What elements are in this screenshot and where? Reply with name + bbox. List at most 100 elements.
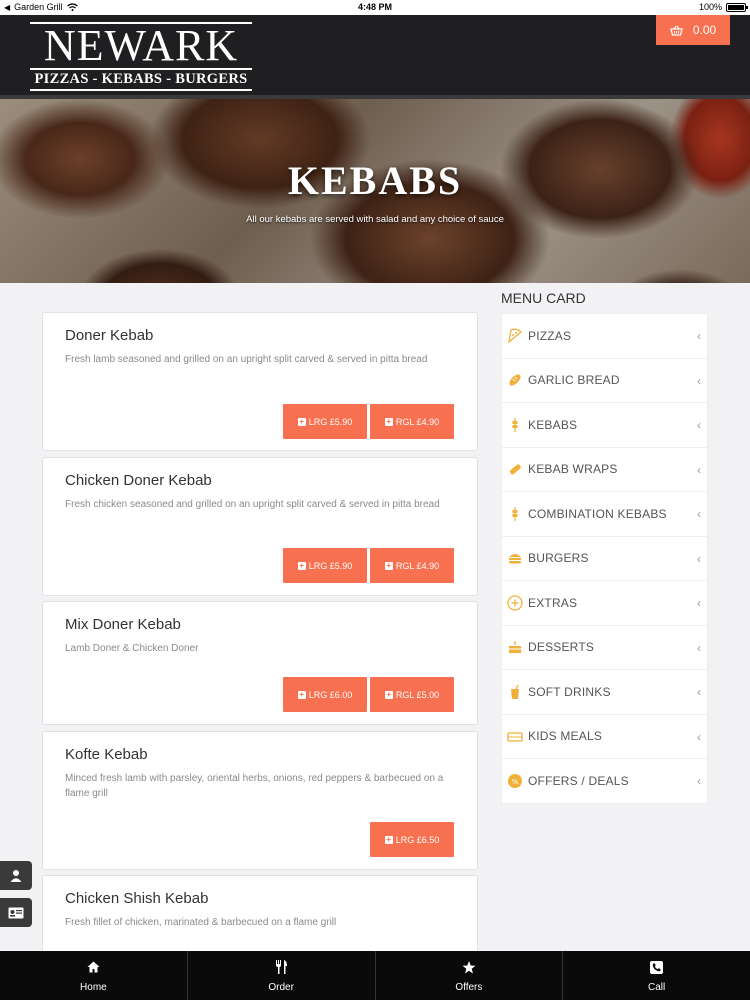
- bread-icon: [506, 371, 524, 389]
- plus-circle-icon: [506, 594, 524, 612]
- chevron-left-icon: ‹: [697, 596, 701, 610]
- add-regular-button[interactable]: + RGL £4.90: [370, 404, 454, 439]
- nav-tab-label: Offers: [455, 982, 483, 993]
- add-large-button[interactable]: + LRG £6.00: [283, 677, 367, 712]
- chevron-left-icon: ‹: [697, 551, 701, 566]
- drink-icon: [506, 683, 524, 701]
- item-price-buttons: + LRG £6.00 + RGL £5.00: [283, 677, 454, 712]
- battery-icon: [726, 2, 748, 12]
- category-banner: KEBABS All our kebabs are served with sa…: [0, 99, 750, 283]
- status-right: 100%: [698, 2, 748, 12]
- phone-icon: [650, 958, 664, 976]
- id-card-icon: [8, 907, 24, 918]
- add-regular-button[interactable]: + RGL £5.00: [370, 677, 454, 712]
- user-icon: [10, 870, 22, 882]
- kids-meal-icon: [506, 727, 524, 745]
- burger-icon: [506, 549, 524, 567]
- menu-category-kids-meals[interactable]: KIDS MEALS ‹: [502, 715, 709, 759]
- add-large-button[interactable]: + LRG £5.90: [283, 548, 367, 583]
- menu-item-card: Chicken Doner Kebab Fresh chicken season…: [42, 457, 478, 596]
- menu-category-label: KEBAB WRAPS: [528, 462, 618, 477]
- svg-text:%: %: [512, 778, 519, 786]
- offer-badge-icon: %: [506, 772, 524, 790]
- price-label: LRG £5.90: [308, 560, 353, 571]
- menu-card-title: MENU CARD: [501, 290, 586, 306]
- nav-tab-home[interactable]: Home: [0, 951, 188, 1000]
- menu-category-offers-deals[interactable]: % OFFERS / DEALS ‹: [502, 759, 709, 804]
- menu-category-label: KEBABS: [528, 417, 578, 432]
- price-label: LRG £6.50: [395, 834, 440, 845]
- chevron-left-icon: ‹: [697, 729, 701, 744]
- menu-category-burgers[interactable]: BURGERS ‹: [502, 537, 709, 581]
- nav-tab-label: Call: [648, 982, 666, 993]
- item-price-buttons: + LRG £6.50: [370, 822, 454, 857]
- item-name: Chicken Doner Kebab: [65, 472, 212, 489]
- menu-category-kebab-wraps[interactable]: KEBAB WRAPS ‹: [502, 448, 709, 492]
- plus-icon: +: [297, 416, 306, 426]
- chevron-left-icon: ‹: [697, 329, 701, 343]
- item-name: Kofte Kebab: [65, 746, 148, 763]
- item-name: Mix Doner Kebab: [65, 616, 181, 633]
- logo-line-bottom: [30, 89, 252, 91]
- menu-category-desserts[interactable]: DESSERTS ‹: [502, 626, 709, 670]
- plus-icon: +: [384, 560, 393, 570]
- nav-tab-offers[interactable]: Offers: [376, 951, 564, 1000]
- menu-category-garlic-bread[interactable]: GARLIC BREAD ‹: [502, 359, 709, 403]
- cart-button[interactable]: 0.00: [656, 15, 730, 45]
- menu-category-label: KIDS MEALS: [528, 729, 603, 744]
- item-description: Fresh chicken seasoned and grilled on an…: [65, 499, 440, 510]
- status-bar: ◀ Garden Grill 4:48 PM 100%: [0, 0, 750, 15]
- chevron-left-icon: ‹: [697, 774, 701, 788]
- contact-card-button[interactable]: [0, 898, 32, 927]
- chevron-left-icon: ‹: [697, 685, 701, 699]
- menu-category-kebabs[interactable]: KEBABS ‹: [502, 403, 709, 448]
- item-description: Lamb Doner & Chicken Doner: [65, 643, 199, 654]
- add-large-button[interactable]: + LRG £6.50: [370, 822, 454, 857]
- menu-category-pizzas[interactable]: PIZZAS ‹: [502, 314, 709, 359]
- app-header: NEWARK PIZZAS - KEBABS - BURGERS 0.00: [0, 15, 750, 99]
- bottom-navigation: Home Order Offers Call: [0, 951, 750, 1000]
- nav-tab-label: Home: [80, 982, 107, 993]
- menu-category-label: DESSERTS: [528, 640, 595, 655]
- plus-icon: +: [297, 689, 306, 699]
- basket-icon: [669, 25, 683, 36]
- cart-total: 0.00: [692, 23, 717, 37]
- star-icon: [462, 958, 476, 976]
- menu-category-label: BURGERS: [528, 551, 589, 566]
- kebab-icon: [506, 416, 524, 434]
- nav-tab-order[interactable]: Order: [188, 951, 376, 1000]
- item-description: Fresh lamb seasoned and grilled on an up…: [65, 354, 428, 365]
- add-regular-button[interactable]: + RGL £4.90: [370, 548, 454, 583]
- home-icon: [87, 958, 100, 976]
- chevron-left-icon: ‹: [697, 418, 701, 432]
- price-label: RGL £4.90: [395, 560, 440, 571]
- logo[interactable]: NEWARK PIZZAS - KEBABS - BURGERS: [30, 21, 252, 92]
- menu-category-label: OFFERS / DEALS: [528, 774, 629, 789]
- plus-icon: +: [384, 834, 393, 844]
- menu-category-combination-kebabs[interactable]: COMBINATION KEBABS ‹: [502, 492, 709, 537]
- menu-category-soft-drinks[interactable]: SOFT DRINKS ‹: [502, 670, 709, 715]
- add-large-button[interactable]: + LRG £5.90: [283, 404, 367, 439]
- cutlery-icon: [275, 958, 288, 976]
- nav-tab-label: Order: [268, 982, 294, 993]
- chevron-left-icon: ‹: [697, 640, 701, 655]
- item-description: Minced fresh lamb with parsley, oriental…: [65, 773, 444, 799]
- logo-sub-text: PIZZAS - KEBABS - BURGERS: [34, 71, 248, 87]
- chevron-left-icon: ‹: [697, 373, 701, 388]
- item-price-buttons: + LRG £5.90 + RGL £4.90: [283, 404, 454, 439]
- menu-category-extras[interactable]: EXTRAS ‹: [502, 581, 709, 626]
- banner-subtitle: All our kebabs are served with salad and…: [246, 214, 504, 225]
- menu-item-card: Kofte Kebab Minced fresh lamb with parsl…: [42, 731, 478, 870]
- item-name: Chicken Shish Kebab: [65, 890, 209, 907]
- price-label: LRG £6.00: [308, 689, 353, 700]
- battery-percent: 100%: [698, 2, 722, 12]
- menu-category-label: GARLIC BREAD: [528, 373, 620, 388]
- chevron-left-icon: ‹: [697, 507, 701, 521]
- account-button[interactable]: [0, 861, 32, 890]
- menu-category-label: PIZZAS: [528, 328, 572, 343]
- logo-main-text: NEWARK: [43, 21, 239, 70]
- nav-tab-call[interactable]: Call: [563, 951, 750, 1000]
- menu-category-label: EXTRAS: [528, 595, 578, 610]
- price-label: RGL £4.90: [395, 416, 440, 427]
- chevron-left-icon: ‹: [697, 462, 701, 477]
